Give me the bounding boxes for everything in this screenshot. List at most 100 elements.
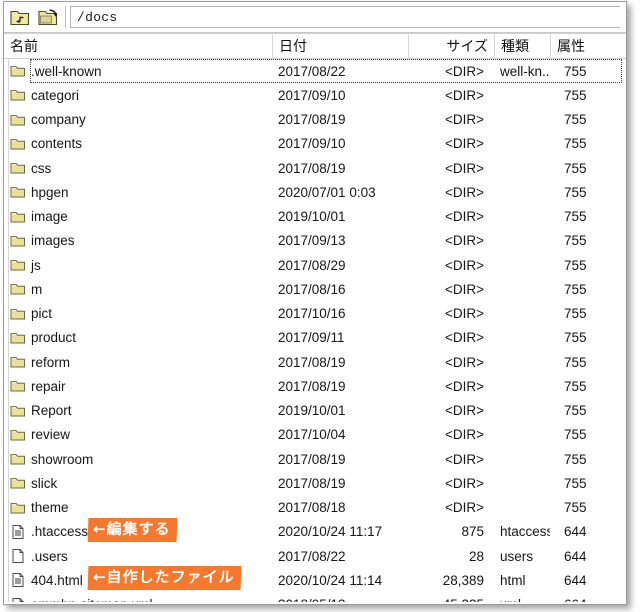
table-row[interactable]: images 2017/09/13 <DIR> 755 (4, 229, 626, 253)
folder-icon (10, 502, 25, 514)
table-row[interactable]: .well-known 2017/08/22 <DIR> well-kn... 755 (4, 59, 626, 84)
cell-size: <DIR> (444, 427, 484, 443)
cell-date: 2020/10/24 11:17 (278, 524, 383, 540)
column-header-attr[interactable]: 属性 (550, 33, 626, 59)
folder-icon (10, 163, 25, 174)
refresh-folder-button[interactable] (35, 6, 60, 29)
cell-name: m (4, 281, 272, 297)
cell-name: pict (4, 306, 272, 322)
cell-date: 2019/10/01 (278, 209, 346, 225)
cell-size: <DIR> (444, 136, 484, 152)
table-row[interactable]: repair 2017/08/19 <DIR> 755 (4, 374, 626, 398)
path-value: /docs (77, 9, 118, 25)
toolbar: /docs (4, 2, 626, 33)
cell-date: 2020/10/24 11:14 (278, 572, 383, 588)
table-row[interactable]: hpgen 2020/07/01 0:03 <DIR> 755 (4, 180, 626, 204)
file-name-label: showroom (31, 451, 94, 467)
folder-icon (10, 66, 25, 77)
table-row[interactable]: showroom 2017/08/19 <DIR> 755 (4, 447, 626, 471)
table-row[interactable]: ommbn-sitemap.xml 2018/05/1345,325xml664 (4, 593, 626, 602)
path-input[interactable]: /docs (70, 6, 620, 28)
table-row[interactable]: product 2017/09/11 <DIR> 755 (4, 326, 626, 350)
file-text-icon (12, 524, 24, 539)
table-row[interactable]: css 2017/08/19 <DIR> 755 (4, 156, 626, 180)
file-name-label: images (31, 233, 75, 249)
cell-size: <DIR> (444, 87, 484, 103)
table-row[interactable]: review 2017/10/04 <DIR> 755 (4, 423, 626, 447)
cell-attr: 755 (564, 306, 587, 322)
cell-date: 2020/07/01 0:03 (278, 184, 376, 200)
table-row[interactable]: theme 2017/08/18 <DIR> 755 (4, 496, 626, 520)
table-row[interactable]: categori 2017/09/10 <DIR> 755 (4, 83, 626, 107)
cell-name: js (4, 257, 272, 273)
cell-size: <DIR> (444, 112, 484, 128)
table-row[interactable]: js 2017/08/29 <DIR> 755 (4, 253, 626, 277)
file-name-label: categori (31, 87, 80, 103)
cell-name: images (4, 233, 272, 249)
column-header-type[interactable]: 種類 (494, 33, 550, 59)
file-name-label: .htaccess (31, 524, 89, 540)
folder-icon (10, 114, 25, 126)
file-name-label: css (31, 160, 52, 176)
column-header-date[interactable]: 日付 (272, 33, 408, 59)
cell-size: <DIR> (444, 209, 484, 225)
cell-size: <DIR> (444, 354, 484, 370)
cell-size: 45,325 (408, 597, 494, 602)
table-row[interactable]: slick 2017/08/19 <DIR> 755 (4, 471, 626, 495)
folder-icon (10, 429, 25, 441)
cell-name: slick (4, 475, 272, 491)
file-name-label: review (31, 427, 71, 443)
cell-size: <DIR> (444, 330, 484, 346)
cell-attr: 664 (550, 597, 626, 602)
table-row[interactable]: company 2017/08/19 <DIR> 755 (4, 108, 626, 132)
folder-icon (10, 381, 25, 392)
cell-name: company (4, 112, 272, 128)
cell-attr: 644 (564, 548, 587, 564)
cell-name: ommbn-sitemap.xml (4, 597, 272, 602)
table-row[interactable]: m 2017/08/16 <DIR> 755 (4, 277, 626, 301)
cell-size: 28 (468, 548, 484, 564)
table-row[interactable]: image 2019/10/01 <DIR> 755 (4, 205, 626, 229)
folder-icon (10, 138, 25, 150)
folder-icon (10, 187, 25, 198)
cell-name: repair (4, 378, 272, 394)
folder-icon (10, 332, 25, 344)
cell-date: 2017/08/22 (278, 548, 346, 564)
file-name-label: ommbn-sitemap.xml (31, 597, 153, 602)
cell-date: 2017/10/16 (278, 306, 346, 322)
cell-date: 2017/08/19 (278, 475, 346, 491)
cell-attr: 755 (564, 233, 587, 249)
cell-size: 875 (461, 524, 484, 540)
cell-name: review (4, 427, 272, 443)
cell-size: 28,389 (442, 572, 484, 588)
cell-type: htaccess (500, 524, 550, 540)
cell-type: html (500, 572, 526, 588)
cell-name: theme (4, 500, 272, 516)
column-header-row: 名前 日付 サイズ 種類 属性 (4, 33, 626, 59)
folder-icon (10, 260, 25, 271)
file-text-icon (12, 597, 24, 602)
cell-name: image (4, 209, 272, 225)
table-row[interactable]: pict 2017/10/16 <DIR> 755 (4, 302, 626, 326)
table-row[interactable]: contents 2017/09/10 <DIR> 755 (4, 132, 626, 156)
file-name-label: .users (31, 548, 68, 564)
table-row[interactable]: Report 2019/10/01 <DIR> 755 (4, 399, 626, 423)
parent-folder-button[interactable] (7, 6, 32, 29)
cell-size: <DIR> (444, 160, 484, 176)
cell-size: <DIR> (444, 257, 484, 273)
cell-name: product (4, 330, 272, 346)
cell-date: 2017/08/19 (278, 112, 346, 128)
column-header-size[interactable]: サイズ (408, 33, 494, 59)
table-row[interactable]: reform 2017/08/19 <DIR> 755 (4, 350, 626, 374)
cell-attr: 755 (564, 403, 587, 419)
cell-size: <DIR> (444, 475, 484, 491)
folder-icon (10, 405, 25, 417)
cell-date: 2017/08/22 (278, 63, 346, 79)
table-row[interactable]: .users 2017/08/22 28 users 644 (4, 544, 626, 568)
cell-size: <DIR> (444, 378, 484, 394)
column-header-name[interactable]: 名前 (4, 33, 272, 59)
cell-attr: 755 (564, 281, 587, 297)
cell-date: 2017/08/19 (278, 378, 346, 394)
ftp-client-window: /docs 名前 日付 サイズ 種類 属性 .well-known 2017/08… (0, 0, 640, 612)
file-blank-icon (12, 549, 24, 564)
